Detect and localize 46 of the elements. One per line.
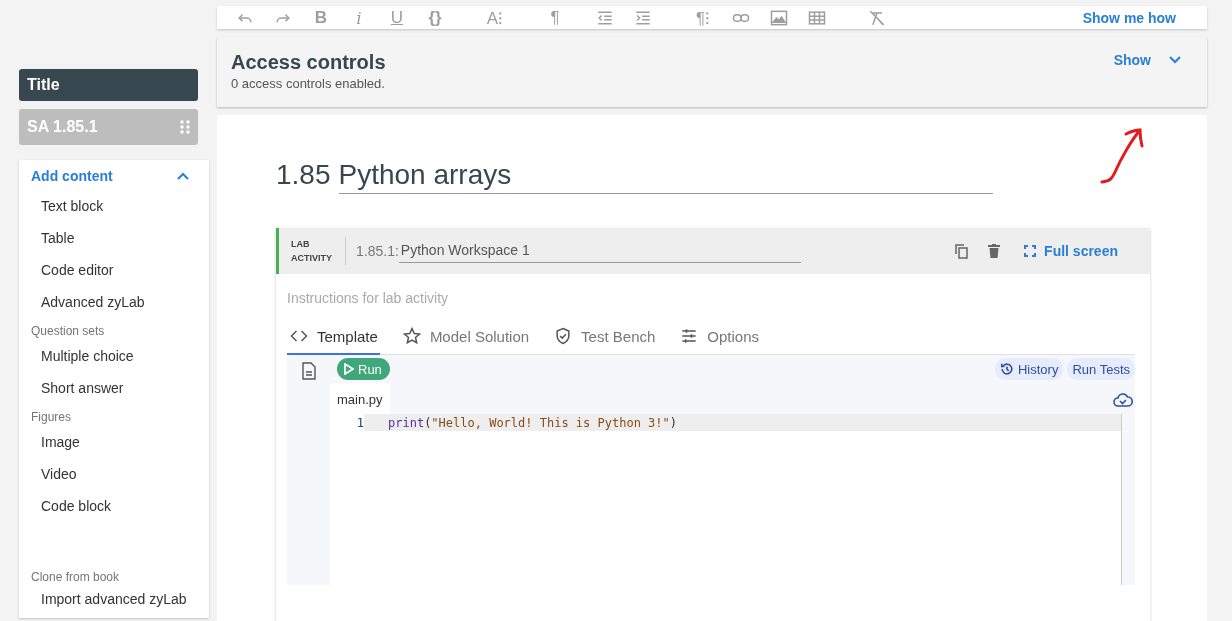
- delete-button[interactable]: [988, 244, 1001, 258]
- editor-tab[interactable]: Options: [677, 324, 762, 355]
- content-type-item[interactable]: Short answer: [19, 372, 209, 404]
- chevron-icon: [1169, 56, 1181, 64]
- history-icon: [999, 362, 1014, 376]
- show-me-how-link[interactable]: Show me how: [1076, 8, 1182, 27]
- group-heading: Figures: [30, 409, 72, 426]
- section-name: SA 1.85.1: [27, 118, 98, 136]
- content-type-item[interactable]: Import advanced zyLab: [19, 586, 209, 612]
- content-type-item[interactable]: Advanced zyLab: [19, 286, 209, 318]
- access-controls-summary: 0 access controls enabled.: [231, 76, 386, 91]
- content-type-item[interactable]: Code block: [19, 490, 209, 522]
- drag-handle-icon[interactable]: [180, 120, 190, 134]
- editor-tab[interactable]: Model Solution: [399, 324, 532, 355]
- run-tests-button[interactable]: Run Tests: [1067, 358, 1135, 380]
- add-content-toggle[interactable]: Add content: [19, 166, 209, 190]
- play-icon: [344, 363, 354, 375]
- trash-icon: [988, 244, 1001, 258]
- chevron-icon: [177, 172, 189, 180]
- copy-button[interactable]: [954, 243, 971, 259]
- content-type-item[interactable]: Table: [19, 222, 209, 254]
- content-type-item[interactable]: Video: [19, 458, 209, 490]
- line-number: 1: [355, 415, 364, 430]
- activity-number: 1.85.1:: [356, 243, 399, 259]
- group-heading: Clone from book: [30, 569, 121, 586]
- show-toggle[interactable]: Show: [1107, 51, 1187, 69]
- activity-title-field[interactable]: Python Workspace 1: [398, 239, 801, 263]
- editor-tab[interactable]: Test Bench: [551, 324, 658, 355]
- title-label[interactable]: Title: [19, 69, 198, 101]
- expand-icon: [1024, 245, 1037, 257]
- access-controls-title: Access controls: [231, 51, 386, 74]
- copy-icon: [954, 243, 971, 259]
- content-type-item[interactable]: Text block: [19, 190, 209, 222]
- group-heading: Question sets: [30, 323, 106, 340]
- file-icon[interactable]: [301, 362, 316, 380]
- star-icon: [401, 326, 422, 346]
- content-type-item[interactable]: Multiple choice: [19, 340, 209, 372]
- content-type-item[interactable]: Code editor: [19, 254, 209, 286]
- content-type-item[interactable]: Image: [19, 426, 209, 458]
- section-title-field[interactable]: Python arrays: [338, 159, 993, 194]
- history-button[interactable]: History: [994, 358, 1064, 380]
- section-number: 1.85: [276, 159, 331, 191]
- file-tab[interactable]: main.py: [330, 383, 390, 414]
- cloud-check-icon: [1113, 392, 1133, 408]
- lab-activity-label: LAB ACTIVITY: [291, 237, 346, 265]
- full-screen-button[interactable]: Full screen: [1018, 242, 1124, 260]
